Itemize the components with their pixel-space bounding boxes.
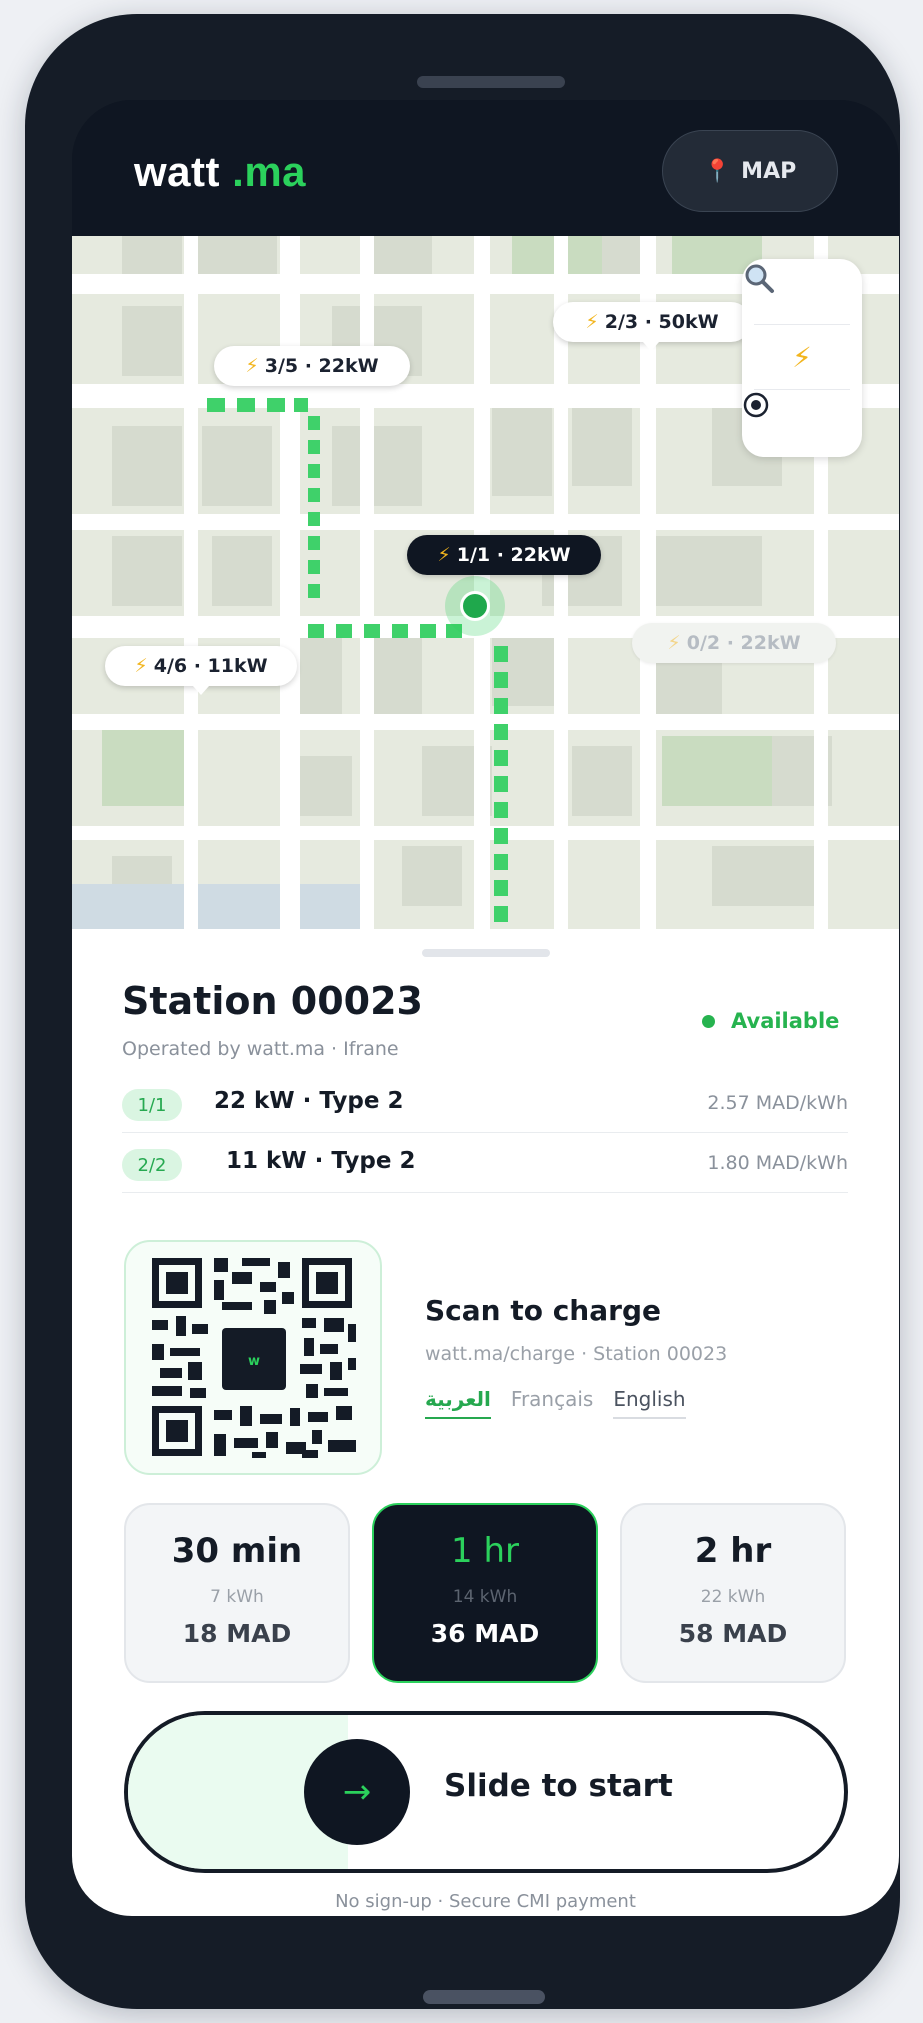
bolt-icon: ⚡ xyxy=(667,632,681,654)
lang-french[interactable]: Français xyxy=(511,1387,593,1419)
scan-title: Scan to charge xyxy=(425,1294,661,1327)
map-view[interactable]: ⚡ 3/5 · 22kW ⚡ 2/3 · 50kW ⚡ 1/1 · 22kW ⚡ 0/2… xyxy=(72,236,899,929)
connector-spec: 22 kW · Type 2 xyxy=(214,1088,404,1114)
connector-row[interactable]: 2/2 11 kW · Type 2 1.80 MAD/kWh xyxy=(122,1134,848,1193)
locate-icon[interactable] xyxy=(742,391,862,453)
phone-speaker xyxy=(417,76,565,88)
map-button[interactable]: 📍 MAP xyxy=(662,130,838,212)
slider-knob[interactable]: → xyxy=(304,1739,410,1845)
status-dot-icon xyxy=(702,1014,715,1028)
lang-arabic[interactable]: العربية xyxy=(425,1387,491,1419)
station-sheet: Station 00023 Operated by watt.ma · Ifra… xyxy=(72,929,899,1916)
connector-row[interactable]: 1/1 22 kW · Type 2 2.57 MAD/kWh xyxy=(122,1074,848,1133)
station-marker-label[interactable]: ⚡ 4/6 · 11kW xyxy=(105,646,297,686)
map-tools: ⚡ xyxy=(742,259,862,457)
duration-option-2hr[interactable]: 2 hr 22 kWh 58 MAD xyxy=(620,1503,846,1683)
station-operator: Operated by watt.ma · Ifrane xyxy=(122,1038,399,1060)
slide-to-start[interactable]: → Slide to start xyxy=(124,1711,848,1873)
bolt-icon: ⚡ xyxy=(585,311,599,333)
station-marker-unavailable[interactable]: ⚡ 0/2 · 22kW xyxy=(632,623,836,663)
slider-label: Slide to start xyxy=(444,1768,673,1804)
lang-english[interactable]: English xyxy=(613,1387,686,1419)
map-button-label: MAP xyxy=(741,158,797,184)
connector-spec: 11 kW · Type 2 xyxy=(226,1148,416,1174)
app-screen: watt .ma 📍 MAP ⚡ 3/5 · 22kW ⚡ 2/3 · 50kW… xyxy=(72,100,899,1916)
language-switcher: العربية Français English xyxy=(425,1387,686,1419)
station-marker-label[interactable]: ⚡ 2/3 · 50kW xyxy=(553,302,751,342)
bolt-icon: ⚡ xyxy=(245,355,259,377)
current-location-marker xyxy=(445,576,505,636)
sheet-drag-handle[interactable] xyxy=(422,949,550,957)
search-icon[interactable] xyxy=(742,261,862,323)
qr-code-card: w xyxy=(124,1240,382,1475)
connector-price: 2.57 MAD/kWh xyxy=(707,1092,848,1114)
connector-badge: 2/2 xyxy=(122,1149,182,1181)
duration-option-30min[interactable]: 30 min 7 kWh 18 MAD xyxy=(124,1503,350,1683)
scan-url: watt.ma/charge · Station 00023 xyxy=(425,1343,728,1365)
connector-price: 1.80 MAD/kWh xyxy=(707,1152,848,1174)
marker-tail xyxy=(193,686,209,695)
station-marker-selected[interactable]: ⚡ 1/1 · 22kW xyxy=(407,535,601,575)
svg-text:w: w xyxy=(248,1354,260,1369)
station-marker-label[interactable]: ⚡ 3/5 · 22kW xyxy=(214,346,410,386)
app-header: watt .ma 📍 MAP xyxy=(72,100,899,236)
home-indicator xyxy=(423,1990,545,2004)
bolt-icon[interactable]: ⚡ xyxy=(742,326,862,388)
app-logo: watt .ma xyxy=(134,148,307,195)
marker-tail xyxy=(643,342,659,351)
arrow-right-icon: → xyxy=(342,1772,372,1812)
bolt-icon: ⚡ xyxy=(134,655,148,677)
footnote: No sign-up · Secure CMI payment xyxy=(335,1891,636,1912)
duration-option-1hr[interactable]: 1 hr 14 kWh 36 MAD xyxy=(372,1503,598,1683)
pin-icon: 📍 xyxy=(703,158,732,184)
status-badge: Available xyxy=(702,1009,839,1033)
connector-badge: 1/1 xyxy=(122,1089,182,1121)
bolt-icon: ⚡ xyxy=(437,544,451,566)
station-title: Station 00023 xyxy=(122,979,423,1023)
qr-code: w xyxy=(152,1258,356,1458)
